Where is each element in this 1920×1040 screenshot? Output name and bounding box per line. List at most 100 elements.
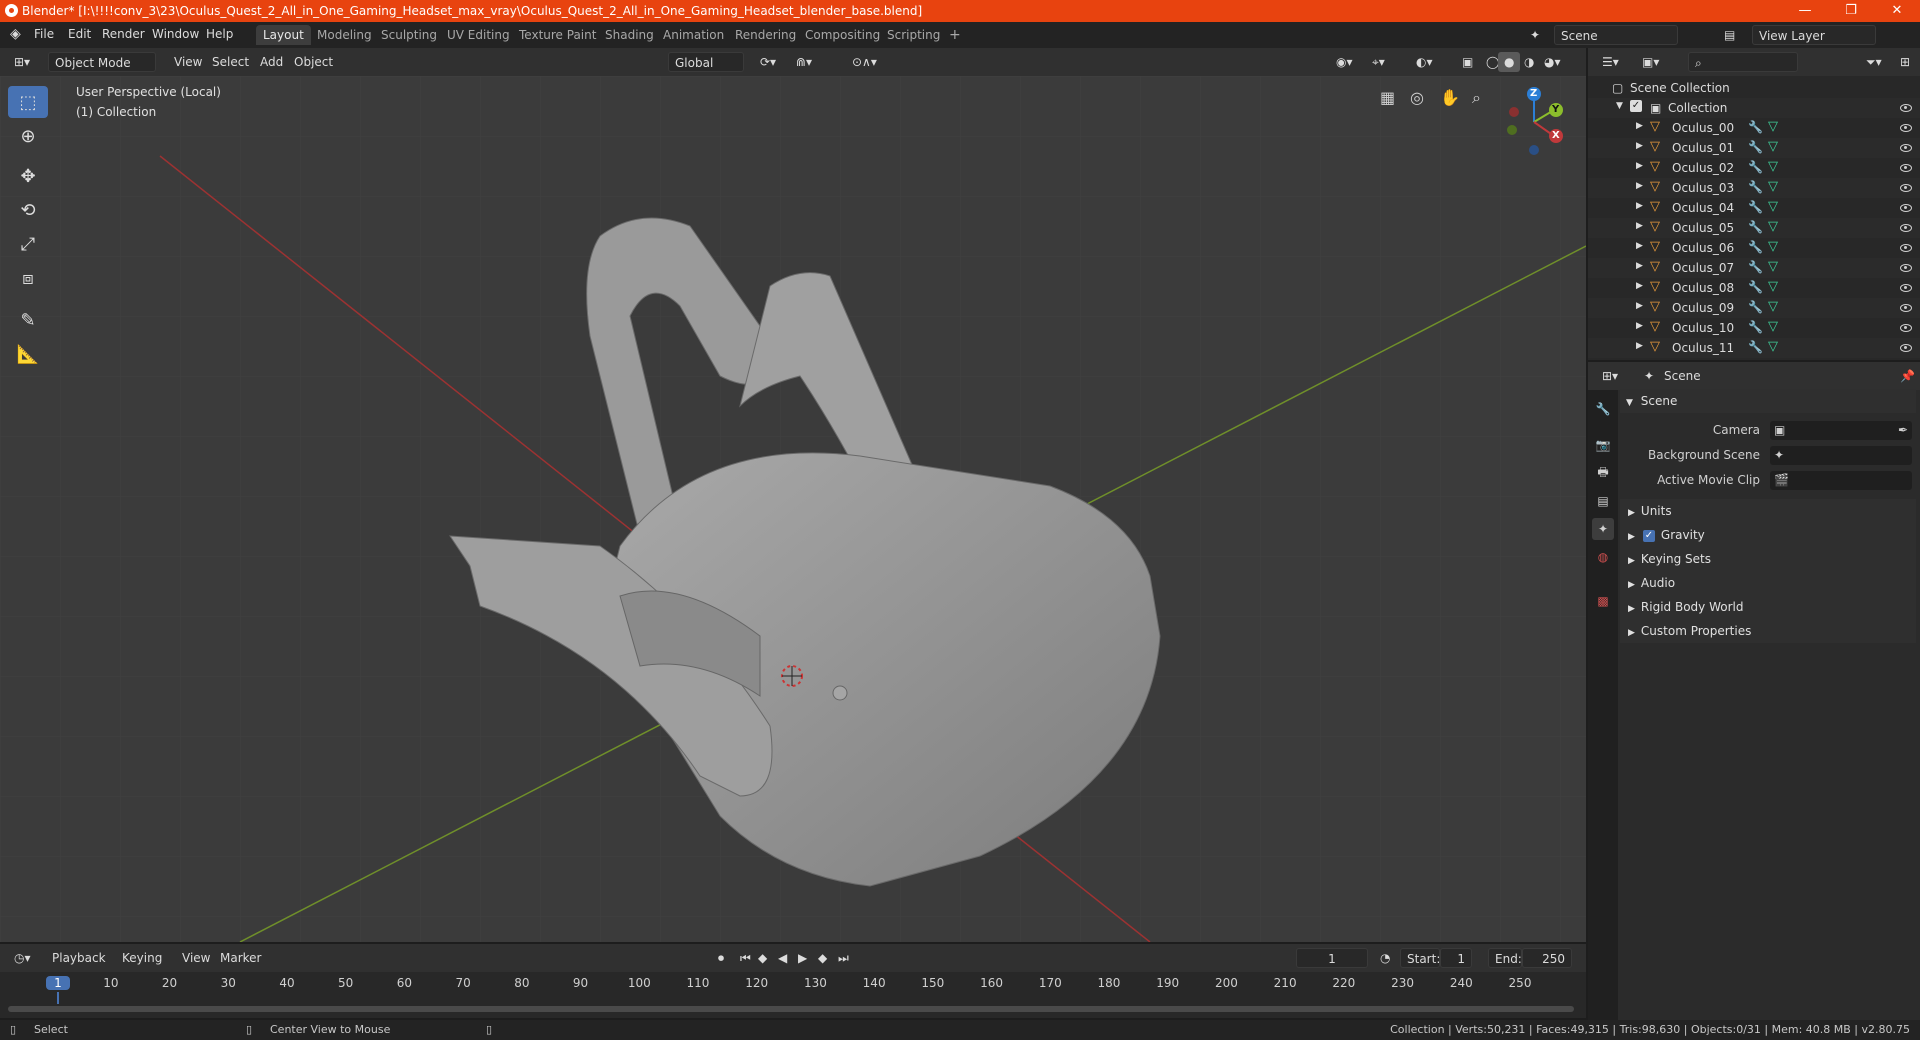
menu-file[interactable]: File xyxy=(34,27,54,41)
eye-icon[interactable] xyxy=(1900,204,1912,212)
eye-icon[interactable] xyxy=(1900,224,1912,232)
mesh-data-icon[interactable]: ▽ xyxy=(1768,279,1778,294)
section-rigid-body-world[interactable]: ▶ Rigid Body World xyxy=(1620,595,1916,619)
play-icon[interactable]: ▶ xyxy=(792,948,813,968)
menu-render[interactable]: Render xyxy=(102,27,145,41)
expand-icon[interactable]: ▶ xyxy=(1636,301,1643,311)
mesh-data-icon[interactable]: ▽ xyxy=(1768,119,1778,134)
section-keying-sets[interactable]: ▶ Keying Sets xyxy=(1620,547,1916,571)
menu-select[interactable]: Select xyxy=(206,52,255,72)
eye-icon[interactable] xyxy=(1900,264,1912,272)
texture-tab-icon[interactable]: ▩ xyxy=(1592,590,1614,612)
eye-icon[interactable] xyxy=(1900,344,1912,352)
scene-panel-header[interactable]: ▼ Scene xyxy=(1620,389,1916,413)
modifier-wrench-icon[interactable]: 🔧 xyxy=(1748,340,1763,354)
outliner-item[interactable]: ▶ ▽ Oculus_05 🔧 ▽ xyxy=(1588,218,1920,238)
view-layer-icon[interactable]: ▤ xyxy=(1718,25,1741,45)
pan-hand-icon[interactable]: ✋ xyxy=(1440,88,1460,107)
outliner-row-collection[interactable]: ▼ ✓ ▣ Collection xyxy=(1588,98,1920,118)
editor-type-icon[interactable]: ⊞▾ xyxy=(8,52,36,72)
gizmo-toggle-icon[interactable]: ⌖▾ xyxy=(1366,52,1391,72)
rotate-tool[interactable]: ⟲ xyxy=(8,194,48,226)
menu-edit[interactable]: Edit xyxy=(68,27,91,41)
outliner-item[interactable]: ▶ ▽ Oculus_10 🔧 ▽ xyxy=(1588,318,1920,338)
mesh-data-icon[interactable]: ▽ xyxy=(1768,219,1778,234)
expand-icon[interactable]: ▶ xyxy=(1636,121,1643,131)
rendered-shading-icon[interactable]: ◕▾ xyxy=(1538,52,1567,72)
add-workspace-button[interactable]: + xyxy=(942,25,968,45)
modifier-wrench-icon[interactable]: 🔧 xyxy=(1748,260,1763,274)
render-tab-icon[interactable]: 📷 xyxy=(1592,434,1614,456)
cursor-tool[interactable]: ⊕ xyxy=(8,120,48,152)
tool-tab-icon[interactable]: 🔧 xyxy=(1592,398,1614,420)
modifier-wrench-icon[interactable]: 🔧 xyxy=(1748,200,1763,214)
expand-icon[interactable]: ▶ xyxy=(1636,221,1643,231)
outliner-search-input[interactable]: ⌕ xyxy=(1688,52,1798,72)
tab-layout[interactable]: Layout xyxy=(256,25,311,45)
expand-icon[interactable]: ▶ xyxy=(1636,241,1643,251)
expand-icon[interactable]: ▶ xyxy=(1636,341,1643,351)
proportional-edit-icon[interactable]: ⊙∧▾ xyxy=(846,52,883,72)
outliner-item[interactable]: ▶ ▽ Oculus_04 🔧 ▽ xyxy=(1588,198,1920,218)
mesh-data-icon[interactable]: ▽ xyxy=(1768,339,1778,354)
modifier-wrench-icon[interactable]: 🔧 xyxy=(1748,140,1763,154)
grid-view-icon[interactable]: ▦ xyxy=(1380,88,1395,107)
section-units[interactable]: ▶ Units xyxy=(1620,499,1916,523)
select-box-tool[interactable]: ⬚ xyxy=(8,86,48,118)
blender-menu-icon[interactable]: ◈ xyxy=(10,26,21,42)
outliner-item[interactable]: ▶ ▽ Oculus_07 🔧 ▽ xyxy=(1588,258,1920,278)
expand-icon[interactable]: ▶ xyxy=(1636,181,1643,191)
display-mode-icon[interactable]: ▣▾ xyxy=(1636,52,1665,72)
modifier-wrench-icon[interactable]: 🔧 xyxy=(1748,120,1763,134)
outliner-item[interactable]: ▶ ▽ Oculus_00 🔧 ▽ xyxy=(1588,118,1920,138)
mesh-data-icon[interactable]: ▽ xyxy=(1768,239,1778,254)
outliner-item[interactable]: ▶ ▽ Oculus_11 🔧 ▽ xyxy=(1588,338,1920,358)
menu-add[interactable]: Add xyxy=(254,52,289,72)
mesh-data-icon[interactable]: ▽ xyxy=(1768,199,1778,214)
close-button[interactable]: ✕ xyxy=(1874,0,1920,22)
start-frame-field[interactable]: 1 xyxy=(1440,948,1472,968)
eye-icon[interactable] xyxy=(1900,164,1912,172)
view-layer-tab-icon[interactable]: ▤ xyxy=(1592,490,1614,512)
mesh-data-icon[interactable]: ▽ xyxy=(1768,179,1778,194)
active-movie-clip-field[interactable]: 🎬 xyxy=(1770,471,1912,490)
camera-field[interactable]: ▣ ✒ xyxy=(1770,421,1912,440)
timeline-scrollbar[interactable] xyxy=(8,1006,1574,1012)
modifier-wrench-icon[interactable]: 🔧 xyxy=(1748,180,1763,194)
expand-icon[interactable]: ▶ xyxy=(1636,141,1643,151)
modifier-wrench-icon[interactable]: 🔧 xyxy=(1748,220,1763,234)
gravity-checkbox[interactable]: ✓ xyxy=(1642,529,1655,542)
zoom-icon[interactable]: ⌕ xyxy=(1472,88,1481,108)
tab-scripting[interactable]: Scripting xyxy=(880,25,947,45)
eye-icon[interactable] xyxy=(1900,304,1912,312)
current-frame-field[interactable]: 1 xyxy=(1296,948,1368,968)
tab-compositing[interactable]: Compositing xyxy=(798,25,887,45)
properties-editor-icon[interactable]: ⊞▾ xyxy=(1596,366,1624,386)
outliner-item[interactable]: ▶ ▽ Oculus_09 🔧 ▽ xyxy=(1588,298,1920,318)
minimize-button[interactable]: — xyxy=(1782,0,1828,22)
outliner-item[interactable]: ▶ ▽ Oculus_01 🔧 ▽ xyxy=(1588,138,1920,158)
mesh-data-icon[interactable]: ▽ xyxy=(1768,139,1778,154)
eye-icon[interactable] xyxy=(1900,184,1912,192)
tab-uv-editing[interactable]: UV Editing xyxy=(440,25,517,45)
3d-viewport[interactable]: User Perspective (Local) (1) Collection … xyxy=(0,76,1586,942)
eye-icon[interactable] xyxy=(1900,244,1912,252)
timeline-body[interactable]: 1 10 20 30 40 50 60 70 80 90 100 110 120 130 140 150 160… xyxy=(0,972,1586,1018)
expand-icon[interactable]: ▶ xyxy=(1636,321,1643,331)
filter-icon[interactable]: ⏷▾ xyxy=(1860,52,1888,72)
menu-keying[interactable]: Keying xyxy=(116,948,168,968)
eye-icon[interactable] xyxy=(1900,124,1912,132)
menu-marker[interactable]: Marker xyxy=(214,948,267,968)
scene-selector[interactable]: Scene xyxy=(1554,25,1678,45)
outliner-item[interactable]: ▶ ▽ Oculus_03 🔧 ▽ xyxy=(1588,178,1920,198)
end-frame-field[interactable]: 250 xyxy=(1522,948,1572,968)
menu-playback[interactable]: Playback xyxy=(46,948,112,968)
next-keyframe-icon[interactable]: ◆ xyxy=(812,948,833,968)
play-reverse-icon[interactable]: ◀ xyxy=(772,948,793,968)
modifier-wrench-icon[interactable]: 🔧 xyxy=(1748,280,1763,294)
timeline-editor-icon[interactable]: ◷▾ xyxy=(8,948,37,968)
expand-icon[interactable]: ▶ xyxy=(1636,201,1643,211)
camera-view-icon[interactable]: ◎ xyxy=(1410,88,1424,107)
mesh-data-icon[interactable]: ▽ xyxy=(1768,299,1778,314)
eye-icon[interactable] xyxy=(1900,324,1912,332)
